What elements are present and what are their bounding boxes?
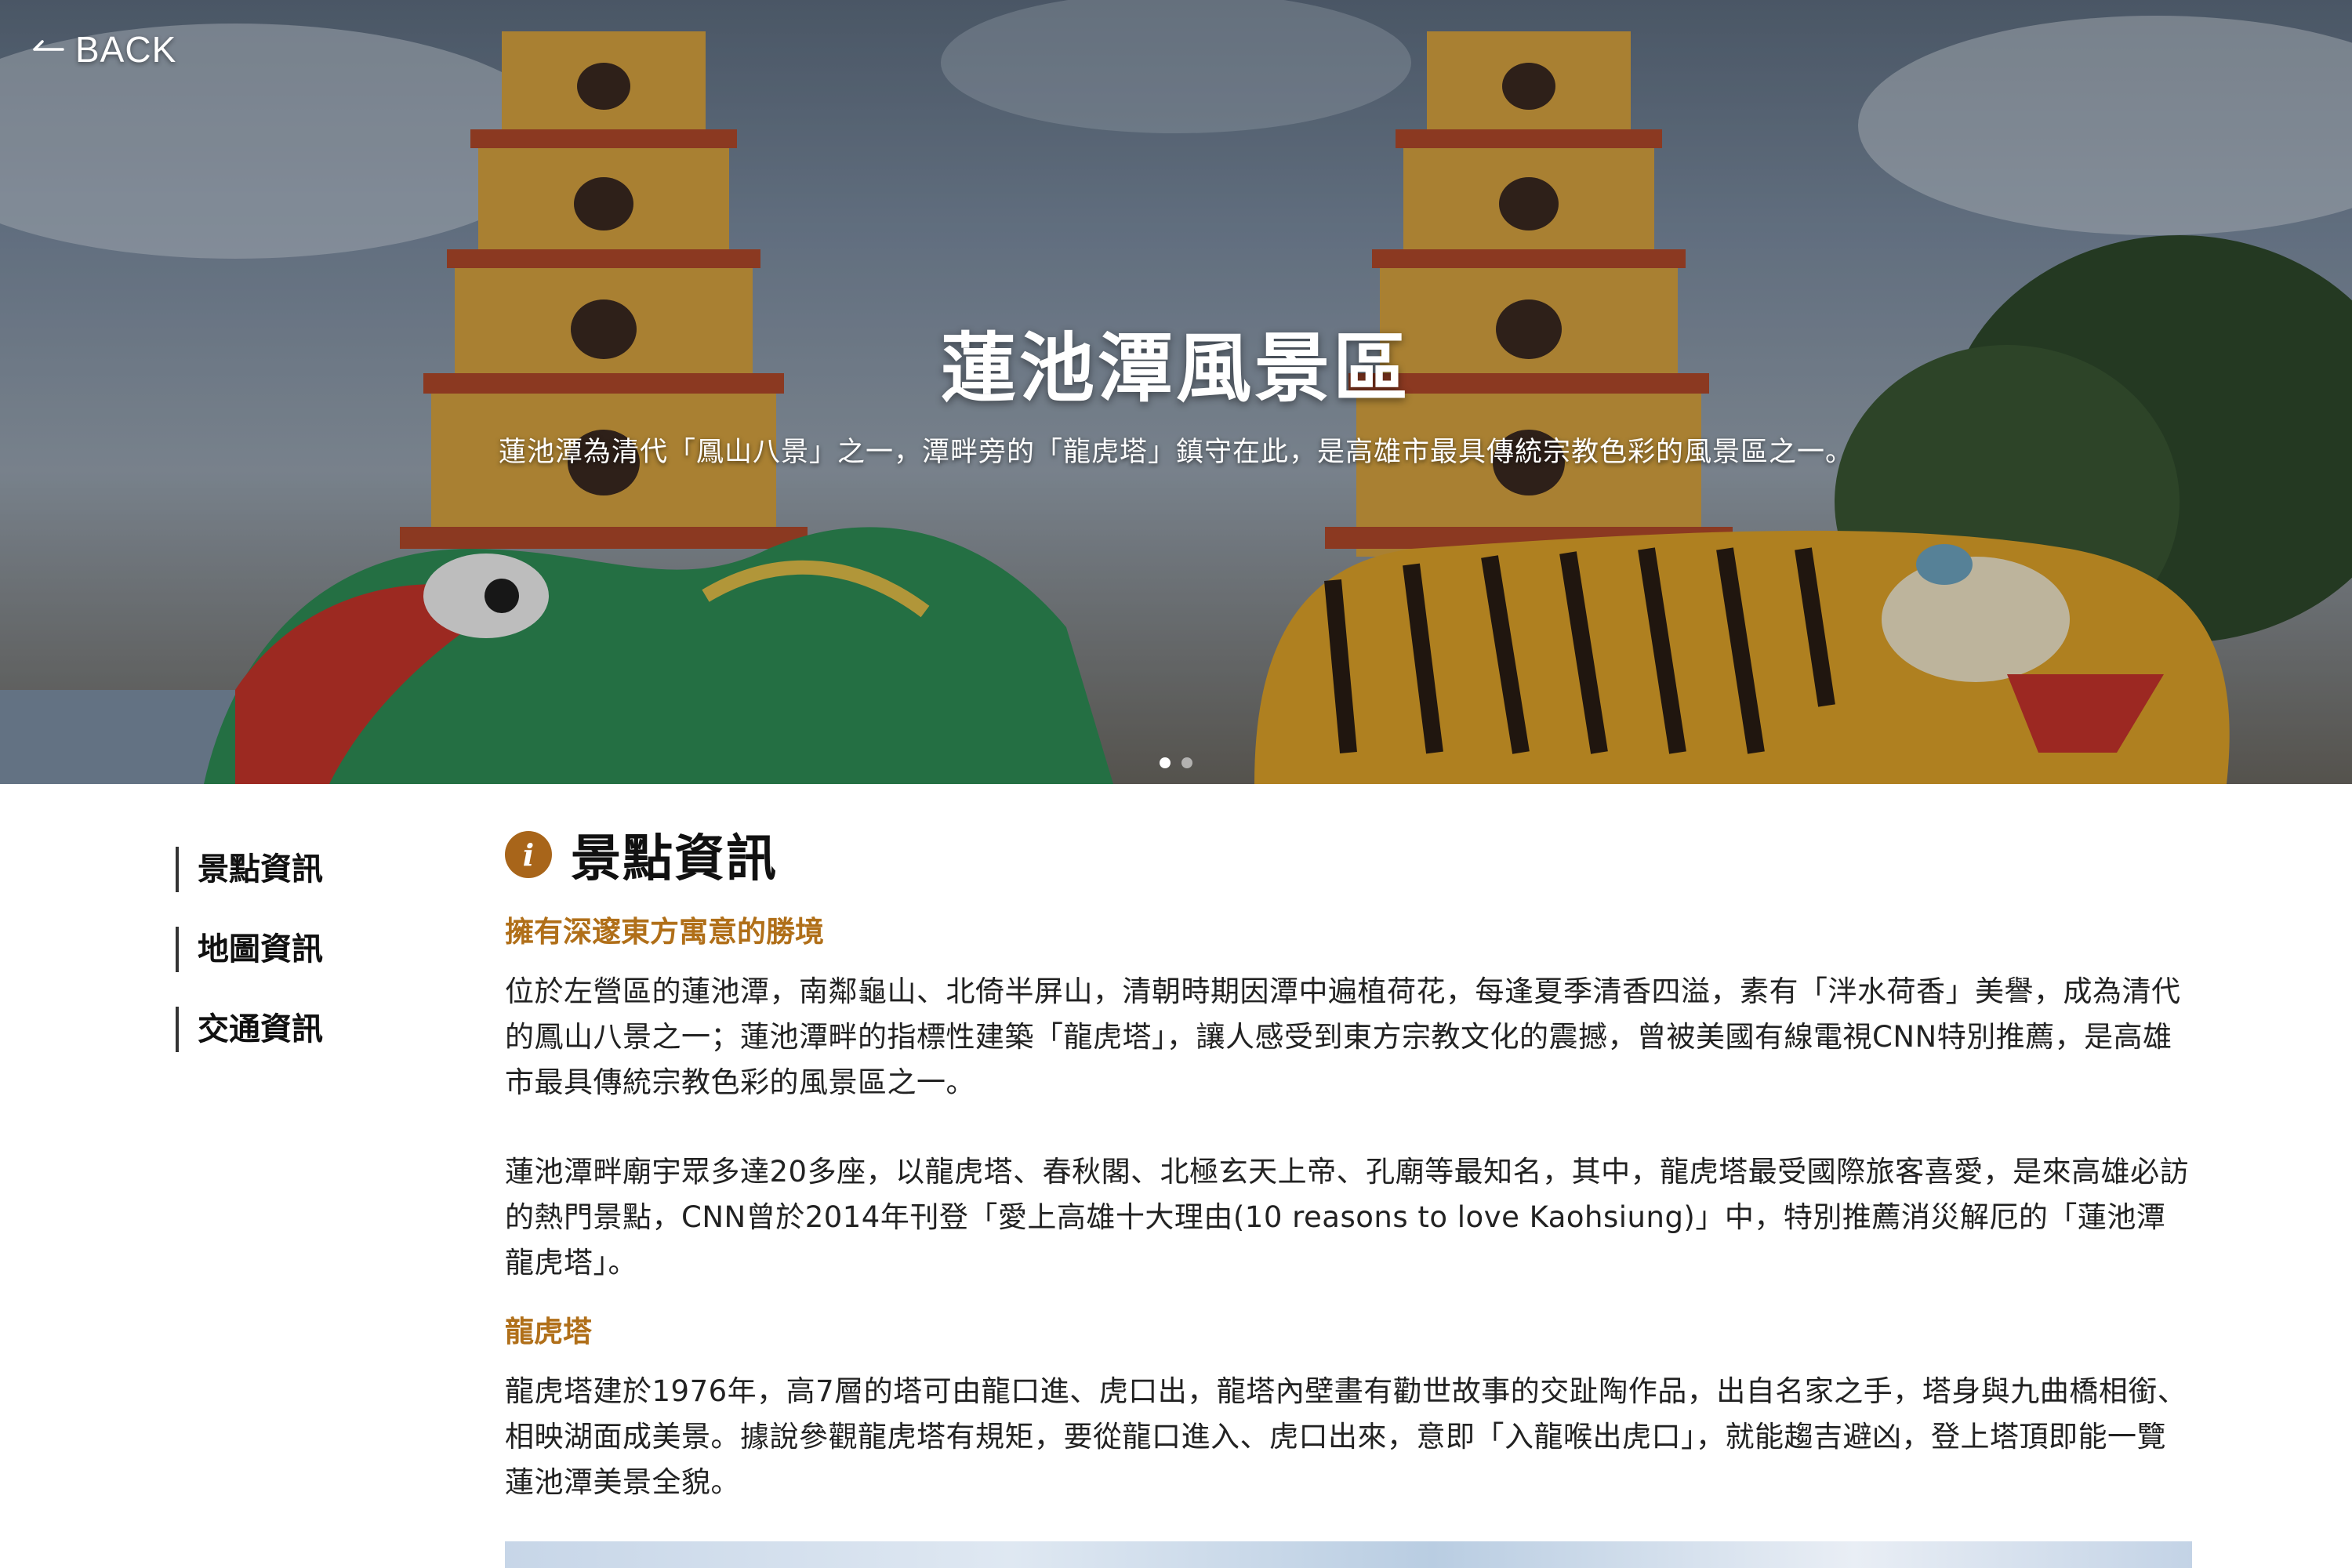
content-photo	[505, 1541, 2192, 1568]
nav-item-attraction-info[interactable]: 景點資訊	[176, 847, 458, 892]
nav-item-transport-info[interactable]: 交通資訊	[176, 1007, 458, 1052]
back-label: BACK	[75, 29, 177, 70]
section-title: 景點資訊	[571, 830, 778, 888]
paragraph: 龍虎塔建於1976年，高7層的塔可由龍口進、虎口出，龍塔內壁畫有勸世故事的交趾陶…	[505, 1374, 2187, 1499]
block-heading: 擁有深邃東方寓意的勝境	[505, 915, 824, 949]
block-heading: 龍虎塔	[505, 1315, 592, 1348]
paragraph: 蓮池潭畔廟宇眾多達20多座，以龍虎塔、春秋閣、北極玄天上帝、孔廟等最知名，其中，…	[505, 1155, 2190, 1279]
nav-item-map-info[interactable]: 地圖資訊	[176, 927, 458, 972]
hero-banner: BACK 蓮池潭風景區 蓮池潭為清代「鳳山八景」之一，潭畔旁的「龍虎塔」鎮守在此…	[0, 0, 2352, 784]
carousel-indicators	[0, 757, 2352, 768]
paragraph: 位於左營區的蓮池潭，南鄰龜山、北倚半屏山，清朝時期因潭中遍植荷花，每逢夏季清香四…	[505, 975, 2181, 1099]
carousel-dot-1[interactable]	[1160, 757, 1171, 768]
left-arrow-icon	[33, 40, 64, 51]
section-header: i 景點資訊	[505, 823, 2192, 888]
carousel-dot-2[interactable]	[1181, 757, 1192, 768]
hero-title: 蓮池潭風景區	[941, 325, 1411, 412]
hero-subtitle: 蓮池潭為清代「鳳山八景」之一，潭畔旁的「龍虎塔」鎮守在此，是高雄市最具傳統宗教色…	[498, 437, 1853, 468]
main-content: i 景點資訊 擁有深邃東方寓意的勝境 位於左營區的蓮池潭，南鄰龜山、北倚半屏山，…	[505, 823, 2192, 1505]
info-icon: i	[505, 831, 552, 878]
back-button[interactable]: BACK	[30, 25, 176, 74]
section-nav: 景點資訊 地圖資訊 交通資訊	[176, 847, 458, 1087]
